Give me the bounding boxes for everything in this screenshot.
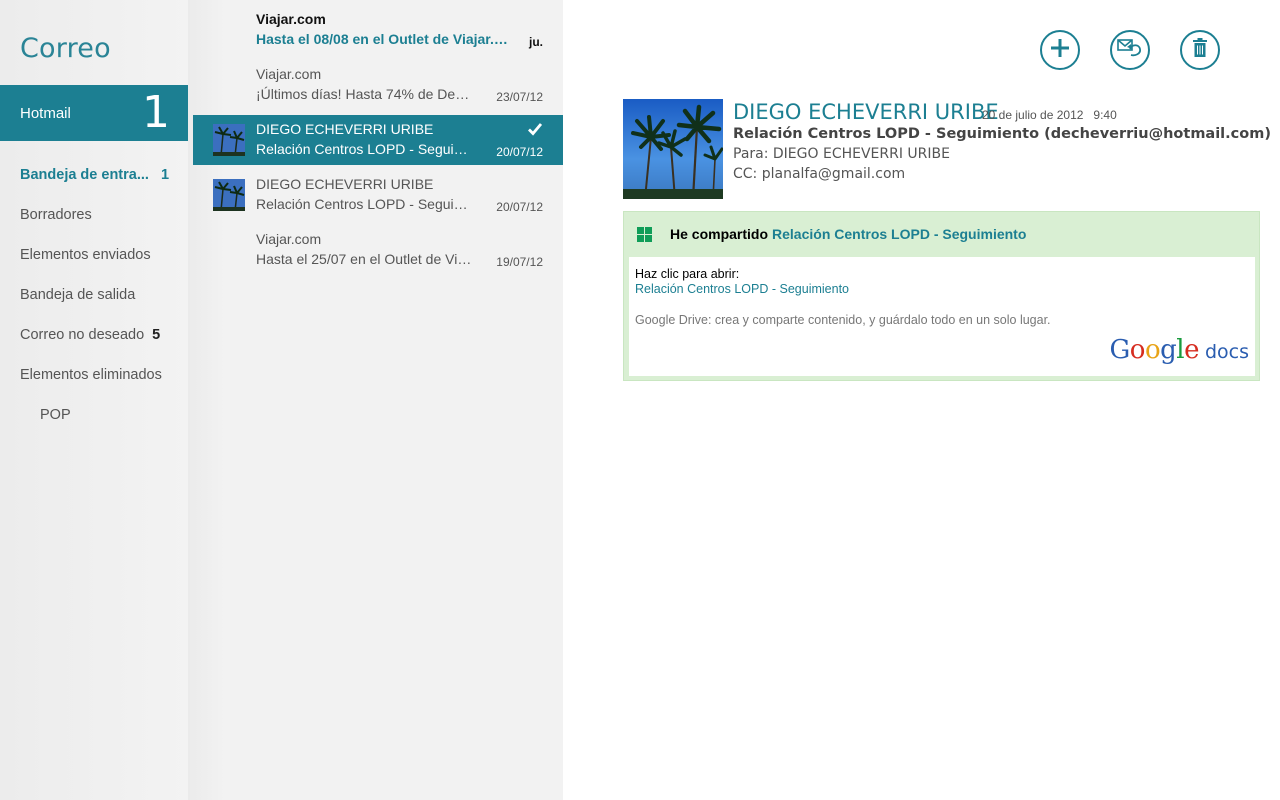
message-sender: DIEGO ECHEVERRI URIBE [256, 176, 434, 192]
folder-label: Bandeja de salida [20, 287, 136, 303]
sender-thumbnail [213, 124, 245, 156]
folder-sent[interactable]: Elementos enviados [0, 235, 188, 275]
folder-label: Elementos enviados [20, 247, 151, 263]
message-date: 23/07/12 [496, 90, 543, 104]
message-date: 20 de julio de 2012 [982, 108, 1084, 122]
message-subject: ¡Últimos días! Hasta 74% de Descuento [256, 86, 476, 102]
list-item[interactable]: Viajar.com Hasta el 25/07 en el Outlet d… [193, 225, 563, 275]
message-sender: Viajar.com [256, 11, 326, 27]
list-item[interactable]: Viajar.com Hasta el 08/08 en el Outlet d… [193, 5, 563, 55]
message-sender: Viajar.com [256, 66, 322, 82]
open-label: Haz clic para abrir: [635, 267, 740, 281]
folder-list: Bandeja de entra... 1 Borradores Element… [0, 155, 188, 435]
reply-icon [1117, 37, 1143, 64]
message-date: 20/07/12 [496, 145, 543, 159]
message-sender: Viajar.com [256, 231, 322, 247]
open-document-link[interactable]: Relación Centros LOPD - Seguimiento [635, 282, 849, 296]
folder-junk[interactable]: Correo no deseado 5 [0, 315, 188, 355]
plus-icon [1049, 37, 1071, 64]
respond-button[interactable] [1110, 30, 1150, 70]
list-item[interactable]: Viajar.com ¡Últimos días! Hasta 74% de D… [193, 60, 563, 110]
folder-drafts[interactable]: Borradores [0, 195, 188, 235]
folder-count: 5 [152, 327, 161, 343]
folder-label: POP [40, 407, 71, 423]
folder-label: Borradores [20, 207, 92, 223]
account-name: Hotmail [20, 105, 71, 122]
message-subject: Relación Centros LOPD - Seguimiento [256, 141, 476, 157]
recipient-cc: CC: planalfa@gmail.com [733, 166, 906, 182]
app-title: Correo [20, 33, 111, 64]
folder-label: Bandeja de entra... [20, 167, 149, 183]
message-subject: Hasta el 08/08 en el Outlet de Viajar.co… [256, 31, 511, 47]
message-timestamp: 20 de julio de 2012 9:40 [982, 108, 1117, 122]
folder-pop[interactable]: POP [0, 395, 188, 435]
message-date: 19/07/12 [496, 255, 543, 269]
navigation-pane: Correo Hotmail 1 Bandeja de entra... 1 B… [0, 0, 188, 800]
message-sender: DIEGO ECHEVERRI URIBE [256, 121, 434, 137]
recipient-to: Para: DIEGO ECHEVERRI URIBE [733, 146, 950, 162]
shared-document-card: He compartido Relación Centros LOPD - Se… [623, 211, 1260, 381]
account-hotmail[interactable]: Hotmail 1 [0, 85, 188, 141]
google-drive-text: Google Drive: crea y comparte contenido,… [635, 313, 1051, 327]
message-time: 9:40 [1093, 108, 1117, 122]
message-date: ju. [529, 35, 543, 49]
spreadsheet-icon [637, 226, 652, 242]
sender-thumbnail [213, 179, 245, 211]
account-unread-count: 1 [142, 87, 170, 138]
folder-inbox[interactable]: Bandeja de entra... 1 [0, 155, 188, 195]
message-subject: Relación Centros LOPD - Seguimiento [256, 196, 476, 212]
share-heading: He compartido Relación Centros LOPD - Se… [637, 226, 1026, 242]
shared-document-link[interactable]: Relación Centros LOPD - Seguimiento [772, 226, 1026, 242]
new-message-button[interactable] [1040, 30, 1080, 70]
folder-count: 1 [160, 167, 170, 183]
folder-label: Correo no deseado [20, 327, 145, 343]
message-subject: Hasta el 25/07 en el Outlet de Viajar.co… [256, 251, 476, 267]
message-date: 20/07/12 [496, 200, 543, 214]
delete-button[interactable] [1180, 30, 1220, 70]
share-heading-text: He compartido [670, 226, 769, 242]
folder-label: Elementos eliminados [20, 367, 162, 383]
sender-photo [623, 99, 723, 199]
reading-pane: DIEGO ECHEVERRI URIBE 20 de julio de 201… [563, 0, 1280, 800]
share-body: Haz clic para abrir: Relación Centros LO… [629, 257, 1255, 376]
folder-outbox[interactable]: Bandeja de salida [0, 275, 188, 315]
folder-deleted[interactable]: Elementos eliminados [0, 355, 188, 395]
message-list: Viajar.com Hasta el 08/08 en el Outlet d… [188, 0, 563, 800]
list-item[interactable]: DIEGO ECHEVERRI URIBE Relación Centros L… [193, 115, 563, 165]
list-item[interactable]: DIEGO ECHEVERRI URIBE Relación Centros L… [193, 170, 563, 220]
sender-name[interactable]: DIEGO ECHEVERRI URIBE [733, 100, 999, 124]
message-subject: Relación Centros LOPD - Seguimiento (dec… [733, 126, 1271, 142]
google-docs-logo: Google docs [1110, 335, 1250, 365]
google-logo-letters: Google [1109, 335, 1200, 365]
logo-suffix: docs [1204, 341, 1249, 363]
trash-icon [1192, 37, 1208, 63]
checkmark-icon [527, 121, 543, 137]
